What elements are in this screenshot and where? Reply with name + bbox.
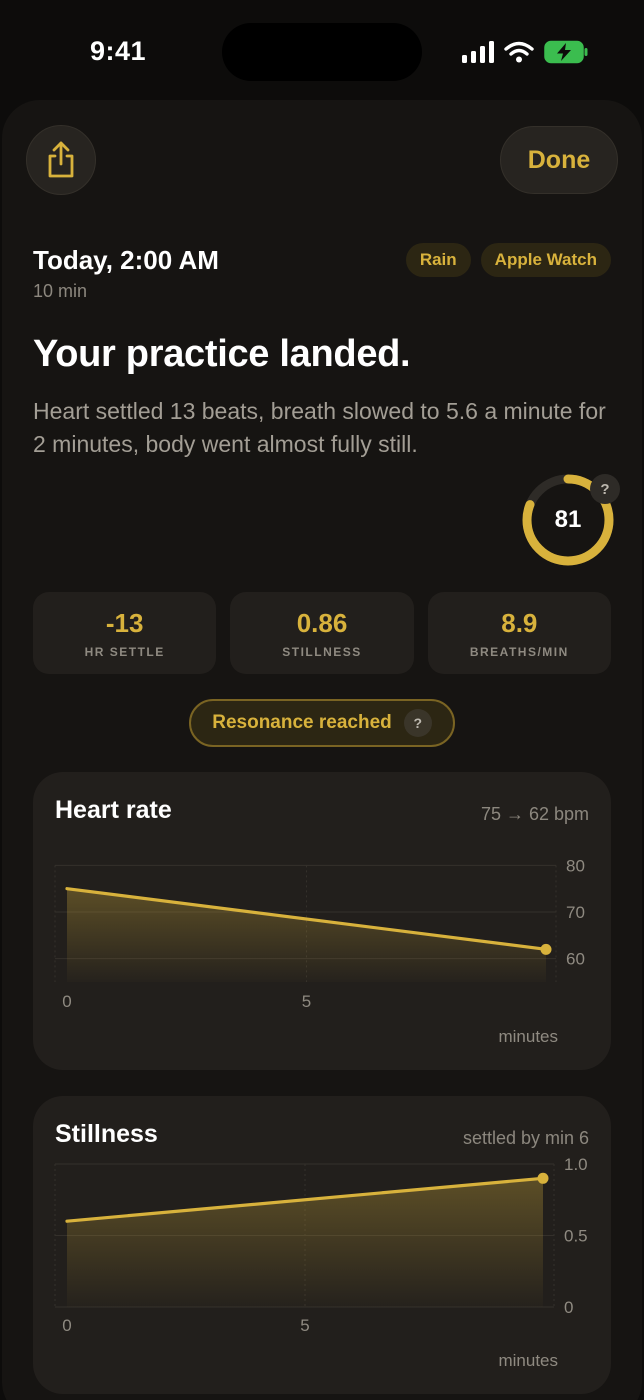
session-date: Today, 2:00 AM [33, 245, 219, 275]
wifi-icon [504, 41, 534, 63]
x-axis-label: minutes [498, 1027, 558, 1046]
x-tick-label: 5 [300, 1316, 309, 1335]
stillness-card: Stillness settled by min 6 1.0 0.5 0 0 5 minu… [33, 1096, 611, 1394]
status-bar: 9:41 [0, 0, 644, 100]
stat-label: HR SETTLE [84, 644, 165, 659]
y-tick-label: 1.0 [564, 1155, 588, 1174]
dynamic-island [222, 23, 422, 81]
resonance-badge[interactable]: Resonance reached ? [189, 699, 455, 747]
battery-charging-icon [544, 40, 588, 64]
resonance-label: Resonance reached [212, 712, 392, 733]
stat-label: STILLNESS [282, 644, 362, 659]
share-icon [48, 141, 74, 178]
session-summary: Heart settled 13 beats, breath slowed to… [33, 398, 606, 457]
score-value: 81 [554, 506, 582, 533]
stat-hr-settle: -13 HR SETTLE [33, 592, 217, 674]
score-help-button[interactable]: ? [590, 474, 620, 504]
x-axis-label: minutes [498, 1351, 558, 1370]
x-tick-label: 0 [62, 992, 71, 1011]
cellular-signal-icon [462, 41, 494, 63]
stat-label: BREATHS/MIN [469, 644, 569, 659]
tag-rain: Rain [405, 243, 471, 277]
y-tick-label: 0 [564, 1298, 573, 1317]
stat-stillness: 0.86 STILLNESS [230, 592, 414, 674]
page-title: Your practice landed. [33, 333, 411, 375]
y-tick-label: 70 [566, 903, 585, 922]
y-tick-label: 0.5 [564, 1227, 588, 1246]
y-tick-label: 60 [566, 950, 585, 969]
stat-value: 0.86 [296, 607, 348, 638]
share-button[interactable] [26, 125, 96, 195]
tag-apple-watch: Apple Watch [480, 243, 611, 277]
stat-breaths-per-min: 8.9 BREATHS/MIN [427, 592, 611, 674]
session-tags: Rain Apple Watch [405, 243, 611, 277]
heart-rate-card: Heart rate 75 → 62 bpm 80 70 60 0 5 minutes [33, 772, 611, 1070]
stillness-chart: 1.0 0.5 0 0 5 minutes [54, 1155, 588, 1370]
resonance-help-button[interactable]: ? [403, 709, 432, 737]
end-point-marker [540, 943, 552, 955]
status-time: 9:41 [90, 36, 147, 66]
done-button[interactable]: Done [500, 126, 618, 194]
stat-value: 8.9 [501, 607, 538, 638]
series-area [67, 888, 546, 982]
y-tick-label: 80 [566, 856, 585, 875]
stats-row: -13 HR SETTLE 0.86 STILLNESS 8.9 BREATHS… [33, 592, 611, 674]
session-duration: 10 min [33, 281, 88, 301]
status-icons [462, 40, 588, 64]
stat-value: -13 [105, 607, 144, 638]
series-area [67, 1178, 543, 1307]
end-point-marker [537, 1172, 549, 1184]
x-tick-label: 0 [62, 1316, 71, 1335]
heart-rate-chart: 80 70 60 0 5 minutes [54, 856, 585, 1046]
x-tick-label: 5 [302, 992, 311, 1011]
